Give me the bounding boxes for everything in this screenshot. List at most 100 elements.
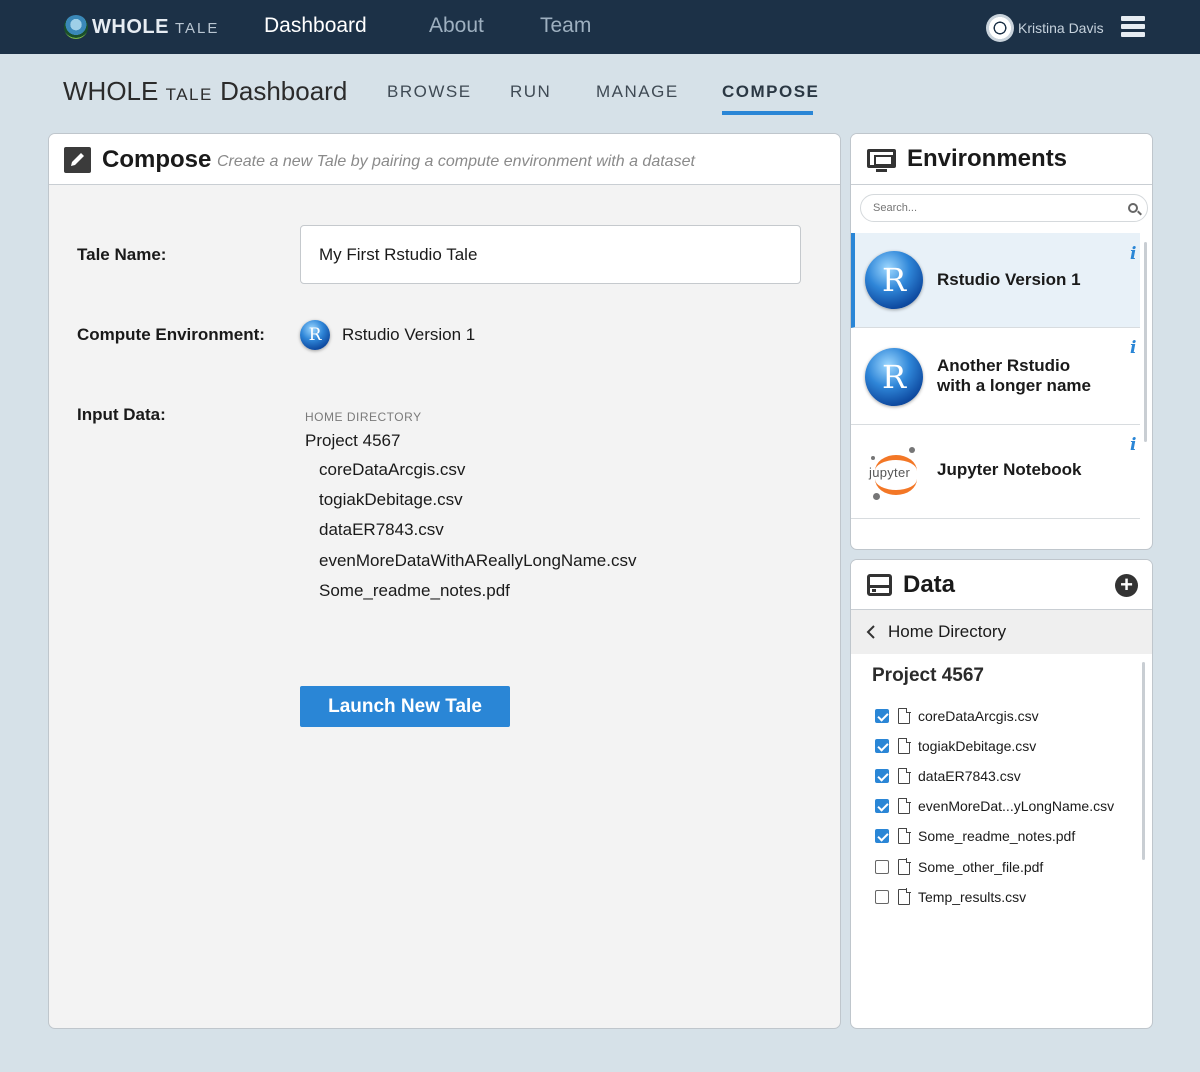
top-navbar: WHOLE TALE Dashboard About Team Kristina… bbox=[0, 0, 1200, 54]
data-panel: Data + Home Directory Project 4567 coreD… bbox=[850, 559, 1153, 1029]
data-project-name: Project 4567 bbox=[872, 665, 984, 686]
environment-name: Rstudio Version 1 bbox=[937, 270, 1081, 289]
r-logo-icon: R bbox=[865, 348, 923, 406]
list-item: Some_readme_notes.pdf bbox=[319, 580, 510, 600]
user-menu[interactable]: Kristina Davis bbox=[986, 14, 1104, 42]
page-title-whole: WHOLE bbox=[63, 76, 159, 106]
file-checkbox[interactable] bbox=[875, 709, 889, 724]
monitor-icon bbox=[867, 149, 896, 173]
chevron-left-icon[interactable] bbox=[866, 624, 876, 645]
avatar bbox=[986, 14, 1014, 42]
input-project-name: Project 4567 bbox=[305, 431, 401, 450]
selected-environment: R Rstudio Version 1 bbox=[300, 320, 475, 350]
list-item: togiakDebitage.csv bbox=[875, 731, 1114, 761]
tab-browse[interactable]: BROWSE bbox=[387, 82, 472, 102]
compose-panel: Compose Create a new Tale by pairing a c… bbox=[48, 133, 841, 1029]
environment-search-input[interactable] bbox=[860, 194, 1148, 222]
globe-icon bbox=[64, 15, 88, 39]
search-icon[interactable] bbox=[1128, 203, 1138, 213]
page-title-tale: TALE bbox=[165, 85, 213, 104]
file-checkbox[interactable] bbox=[875, 799, 889, 814]
logo-whole-text: WHOLE bbox=[92, 15, 169, 38]
list-item: togiakDebitage.csv bbox=[319, 490, 463, 510]
list-item: Temp_results.csv bbox=[875, 882, 1114, 912]
tale-name-label: Tale Name: bbox=[77, 245, 167, 264]
environment-item-rstudio-v1[interactable]: R Rstudio Version 1 i bbox=[851, 233, 1140, 328]
file-icon bbox=[898, 888, 911, 905]
input-data-label: Input Data: bbox=[77, 405, 166, 424]
user-name: Kristina Davis bbox=[1018, 20, 1104, 36]
environment-item-jupyter[interactable]: jupyter Jupyter Notebook i bbox=[851, 425, 1140, 519]
file-name: evenMoreDat...yLongName.csv bbox=[918, 798, 1115, 815]
list-item: evenMoreDataWithAReallyLongName.csv bbox=[319, 550, 637, 570]
breadcrumb[interactable]: Home Directory bbox=[851, 610, 1152, 654]
list-item: coreDataArcgis.csv bbox=[875, 701, 1114, 731]
environments-panel: Environments R Rstudio Version 1 i R Ano… bbox=[850, 133, 1153, 550]
data-file-list: coreDataArcgis.csv togiakDebitage.csv da… bbox=[875, 701, 1114, 912]
tale-name-input[interactable] bbox=[300, 225, 801, 284]
launch-new-tale-button[interactable]: Launch New Tale bbox=[300, 686, 510, 727]
file-icon bbox=[898, 797, 911, 815]
r-logo-icon: R bbox=[300, 320, 330, 350]
file-checkbox[interactable] bbox=[875, 739, 889, 754]
list-item: dataER7843.csv bbox=[319, 520, 444, 540]
environment-item-another-rstudio[interactable]: R Another Rstudio with a longer name i bbox=[851, 328, 1140, 425]
file-checkbox[interactable] bbox=[875, 829, 889, 844]
file-name: coreDataArcgis.csv bbox=[918, 708, 1039, 725]
r-logo-icon: R bbox=[865, 251, 923, 309]
selected-environment-name: Rstudio Version 1 bbox=[342, 325, 476, 344]
environment-name-line2: with a longer name bbox=[937, 376, 1091, 395]
list-item: dataER7843.csv bbox=[875, 761, 1114, 791]
pencil-icon bbox=[64, 147, 91, 173]
active-tab-indicator bbox=[722, 111, 813, 115]
file-name: dataER7843.csv bbox=[918, 768, 1021, 785]
list-item: Some_other_file.pdf bbox=[875, 851, 1114, 881]
page-title-rest: Dashboard bbox=[220, 76, 348, 106]
file-name: Some_readme_notes.pdf bbox=[918, 828, 1076, 845]
jupyter-logo-icon: jupyter bbox=[869, 447, 923, 501]
wholetale-logo[interactable]: WHOLE TALE bbox=[64, 12, 219, 42]
environments-scrollbar[interactable] bbox=[1144, 242, 1147, 442]
data-header: Data + bbox=[851, 560, 1152, 610]
tab-run[interactable]: RUN bbox=[510, 82, 551, 102]
compose-header: Compose Create a new Tale by pairing a c… bbox=[49, 134, 840, 185]
list-item: coreDataArcgis.csv bbox=[319, 460, 466, 479]
info-icon[interactable]: i bbox=[1130, 338, 1136, 358]
server-menu-icon[interactable] bbox=[1121, 16, 1145, 38]
nav-about[interactable]: About bbox=[429, 14, 484, 38]
file-checkbox[interactable] bbox=[875, 769, 889, 784]
nav-team[interactable]: Team bbox=[540, 14, 591, 38]
nav-dashboard[interactable]: Dashboard bbox=[264, 14, 367, 38]
list-item: evenMoreDat...yLongName.csv bbox=[875, 791, 1114, 821]
data-title: Data bbox=[903, 571, 956, 598]
data-scrollbar[interactable] bbox=[1142, 662, 1145, 860]
compute-env-label: Compute Environment: bbox=[77, 325, 265, 344]
file-icon bbox=[898, 707, 911, 725]
file-name: Temp_results.csv bbox=[918, 888, 1027, 905]
file-icon bbox=[898, 737, 911, 755]
list-item: Some_readme_notes.pdf bbox=[875, 821, 1114, 851]
logo-tale-text: TALE bbox=[174, 20, 220, 37]
page-title: WHOLE TALE Dashboard bbox=[63, 76, 347, 107]
info-icon[interactable]: i bbox=[1130, 244, 1136, 264]
add-icon[interactable]: + bbox=[1115, 574, 1138, 597]
environments-header: Environments bbox=[851, 134, 1152, 185]
file-icon bbox=[898, 767, 911, 785]
breadcrumb-label[interactable]: Home Directory bbox=[888, 622, 1006, 642]
file-name: togiakDebitage.csv bbox=[918, 738, 1037, 755]
environments-title: Environments bbox=[907, 145, 1068, 172]
pdf-file-icon bbox=[898, 827, 911, 845]
info-icon[interactable]: i bbox=[1130, 435, 1136, 455]
tab-compose[interactable]: COMPOSE bbox=[722, 82, 819, 102]
file-checkbox[interactable] bbox=[875, 859, 889, 874]
hard-drive-icon bbox=[867, 574, 892, 596]
home-directory-label: HOME DIRECTORY bbox=[305, 410, 422, 424]
file-name: Some_other_file.pdf bbox=[918, 858, 1044, 875]
tab-manage[interactable]: MANAGE bbox=[596, 82, 679, 102]
input-file-list: coreDataArcgis.csv togiakDebitage.csv da… bbox=[319, 460, 636, 611]
compose-subtitle: Create a new Tale by pairing a compute e… bbox=[217, 153, 695, 170]
environment-name-line1: Another Rstudio bbox=[937, 356, 1071, 375]
compose-title: Compose bbox=[102, 146, 212, 173]
file-checkbox[interactable] bbox=[875, 889, 889, 904]
pdf-file-icon bbox=[898, 858, 911, 875]
